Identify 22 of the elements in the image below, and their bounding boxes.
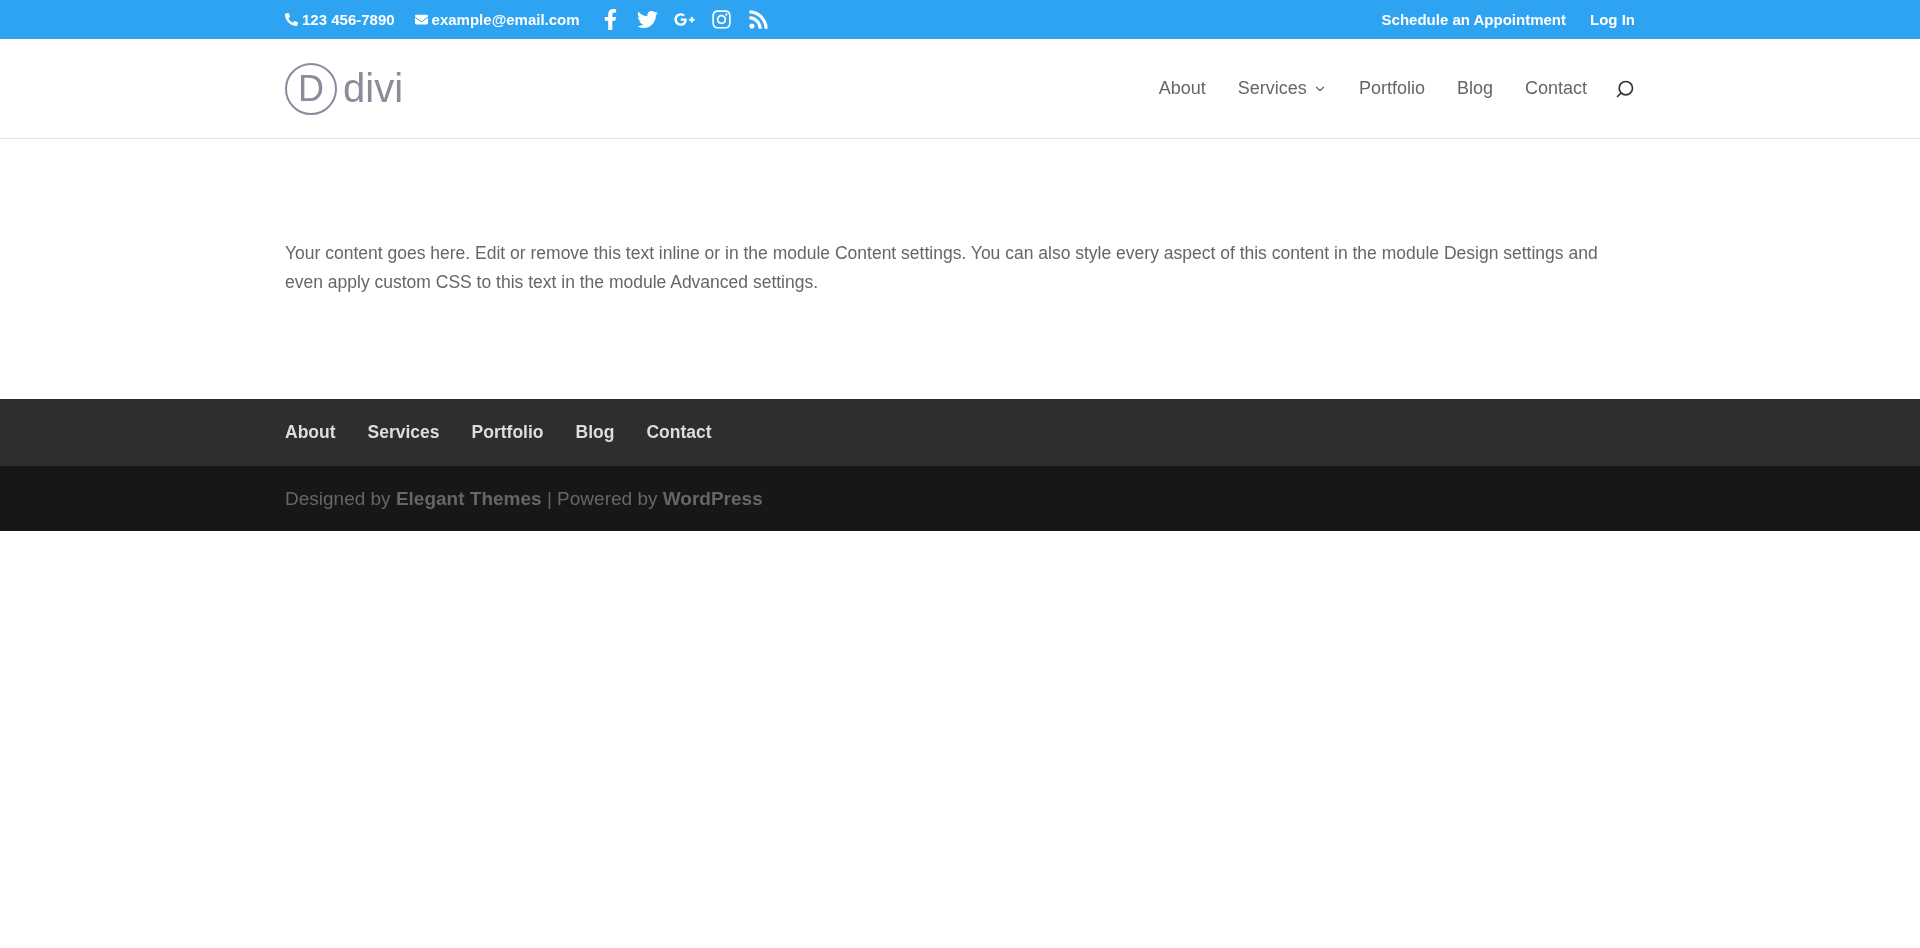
logo-mark[interactable]: D	[285, 62, 337, 115]
phone-icon	[285, 13, 298, 26]
footer-link[interactable]: Portfolio	[471, 422, 544, 443]
credits-text: Designed by Elegant Themes | Powered by WordPress	[285, 487, 763, 510]
footer-link[interactable]: Services	[367, 422, 440, 443]
body-text: Your content goes here. Edit or remove this text inline or in the module Content settings. You can also style every aspect of this content in the module Design settings and even apply custom CSS to this text in the module Advanced settings.	[285, 242, 1599, 294]
rss-icon[interactable]	[747, 9, 769, 30]
phone-number: 123 456-7890	[285, 11, 395, 28]
instagram-icon[interactable]	[710, 9, 732, 30]
footer-link[interactable]: Blog	[575, 422, 615, 443]
nav-link[interactable]: Services	[1237, 78, 1327, 99]
logo-text[interactable]: divi	[343, 66, 404, 111]
footer-link[interactable]: About	[285, 422, 336, 443]
search-icon[interactable]	[1615, 78, 1635, 99]
twitter-icon[interactable]	[636, 9, 658, 30]
nav-link[interactable]: Portfolio	[1358, 78, 1425, 99]
footer-link[interactable]: Contact	[646, 422, 712, 443]
email-address: example@email.com	[414, 11, 580, 28]
nav-link[interactable]: Contact	[1524, 78, 1587, 99]
envelope-icon	[414, 13, 428, 26]
nav-link[interactable]: About	[1158, 78, 1206, 99]
nav-link[interactable]: Blog	[1456, 78, 1493, 99]
